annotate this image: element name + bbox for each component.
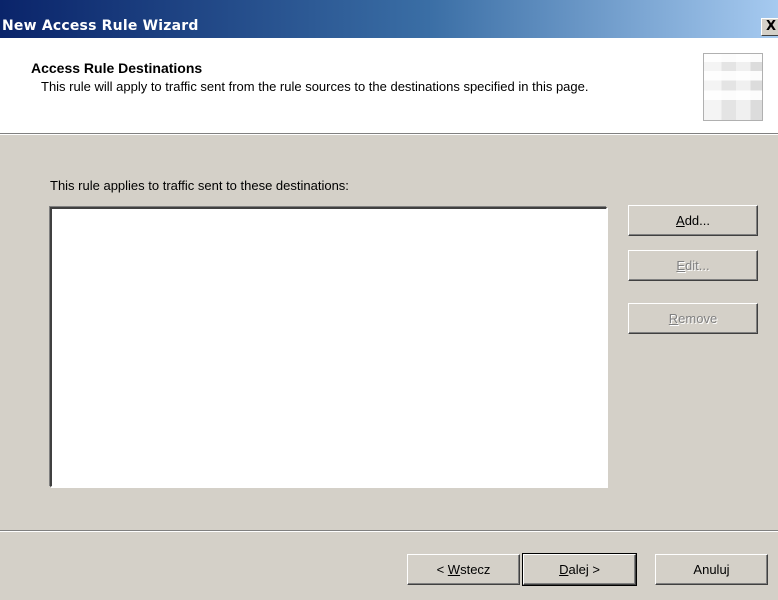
window-title: New Access Rule Wizard [2, 18, 199, 34]
add-label: dd... [684, 213, 710, 228]
close-button[interactable]: X [761, 18, 778, 36]
remove-accel: R [668, 311, 679, 326]
title-bar[interactable]: New Access Rule Wizard X [0, 0, 778, 38]
remove-button[interactable]: Remove [628, 303, 758, 334]
page-title: Access Rule Destinations [31, 60, 203, 76]
cancel-button[interactable]: Anuluj [655, 554, 768, 585]
cancel-label: Anuluj [693, 562, 730, 577]
remove-label: emove [678, 311, 718, 326]
destinations-label: This rule applies to traffic sent to the… [50, 178, 349, 193]
next-button[interactable]: Dalej > [522, 553, 637, 586]
page-description: This rule will apply to traffic sent fro… [41, 79, 589, 94]
wizard-graphic-icon [703, 53, 763, 121]
add-accel: A [676, 213, 685, 228]
back-label: stecz [460, 562, 491, 577]
edit-label: dit... [685, 258, 710, 273]
back-accel: W [447, 562, 461, 577]
close-icon: X [766, 19, 777, 34]
back-prefix: < [436, 562, 448, 577]
next-label: alej > [568, 562, 600, 577]
wizard-header: Access Rule Destinations This rule will … [0, 38, 778, 135]
back-button[interactable]: < Wstecz [407, 554, 520, 585]
edit-accel: E [676, 258, 686, 273]
add-button[interactable]: Add... [628, 205, 758, 236]
destinations-list[interactable] [50, 207, 607, 487]
edit-button[interactable]: Edit... [628, 250, 758, 281]
footer-separator [0, 530, 778, 532]
